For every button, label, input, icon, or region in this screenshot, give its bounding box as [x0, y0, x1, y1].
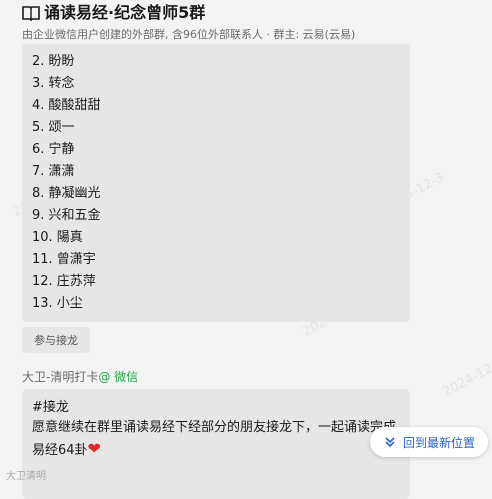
message-tail-text: 易经64卦	[32, 443, 88, 458]
list-item: 8. 静凝幽光	[32, 186, 101, 201]
list-item: 10. 陽真	[32, 230, 83, 245]
list-item: 9. 兴和五金	[32, 208, 101, 223]
sender-source: @ 微信	[98, 370, 139, 384]
message-bubble-list[interactable]: 2. 盼盼 3. 转念 4. 酸酸甜甜 5. 颂一 6. 宁静 7. 潇潇 8.…	[22, 44, 410, 322]
list-item: 4. 酸酸甜甜	[32, 98, 101, 113]
book-icon	[22, 6, 40, 21]
group-title: 诵读易经·纪念曾师5群	[44, 3, 206, 22]
join-relay-button[interactable]: 参与接龙	[22, 327, 90, 353]
message-body: 愿意继续在群里诵读易经下经部分的朋友接龙下，一起诵读完成	[32, 420, 397, 435]
list-item: 11. 曾潇宇	[32, 252, 96, 267]
list-item: 2. 盼盼	[32, 54, 75, 69]
back-to-latest-button[interactable]: 回到最新位置	[370, 427, 488, 457]
chat-header: 诵读易经·纪念曾师5群 由企业微信用户创建的外部群, 含96位外部联系人 · 群…	[0, 0, 492, 44]
bottom-sender-tag: 大卫清明	[6, 471, 46, 482]
list-item: 3. 转念	[32, 76, 75, 91]
heart-emoji: ❤	[87, 439, 101, 458]
list-item: 6. 宁静	[32, 142, 75, 157]
list-item: 12. 庄苏萍	[32, 274, 96, 289]
list-item: 13. 小尘	[32, 296, 83, 311]
group-subtitle: 由企业微信用户创建的外部群, 含96位外部联系人 · 群主: 云易(云易)	[22, 28, 356, 41]
message-hashtag: #接龙	[32, 400, 69, 415]
sender-line: 大卫-清明打卡@ 微信	[22, 368, 138, 385]
list-item: 7. 潇潇	[32, 164, 75, 179]
sender-name[interactable]: 大卫-清明打卡	[22, 370, 98, 384]
back-to-latest-label: 回到最新位置	[402, 435, 475, 450]
double-chevron-down-icon	[385, 437, 395, 448]
list-item: 5. 颂一	[32, 120, 75, 135]
title-row: 诵读易经·纪念曾师5群	[22, 2, 205, 24]
watermark: 2024-12-3	[440, 355, 492, 400]
message-body-tail: 易经64卦❤	[32, 440, 101, 460]
